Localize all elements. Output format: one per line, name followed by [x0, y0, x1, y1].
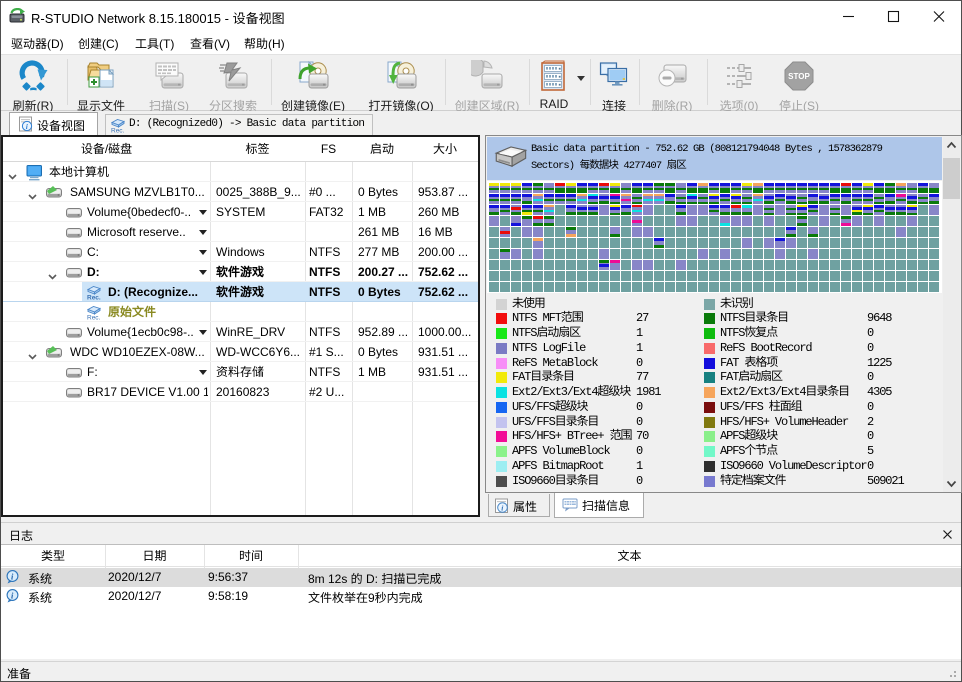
svg-text:Rec.: Rec.	[87, 295, 101, 301]
svg-text:Rec.: Rec.	[87, 315, 101, 321]
svg-text:STOP: STOP	[788, 72, 810, 81]
svg-text:Rec.: Rec.	[111, 128, 125, 134]
